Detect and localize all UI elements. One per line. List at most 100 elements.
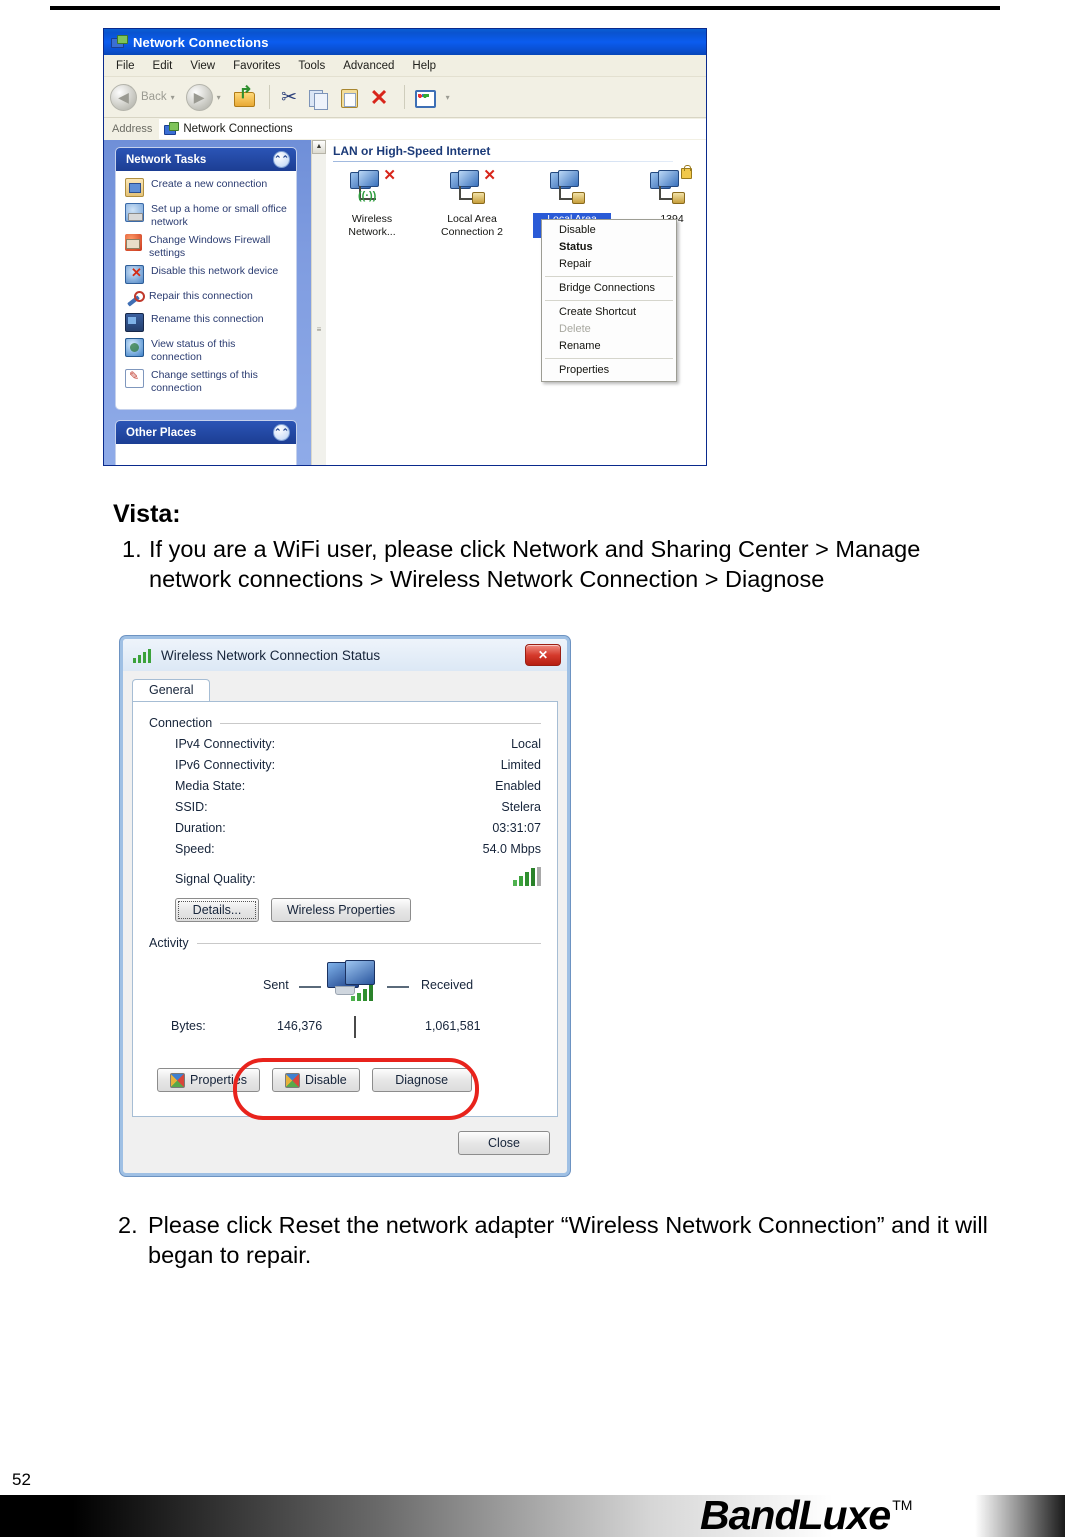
chevron-up-icon[interactable]: ⌃⌃ (273, 424, 290, 441)
field-value: 54.0 Mbps (482, 842, 541, 856)
back-icon: ◀ (110, 83, 137, 111)
menu-item-advanced[interactable]: Advanced (343, 60, 394, 72)
up-folder-icon[interactable] (232, 83, 257, 110)
wireless-properties-button[interactable]: Wireless Properties (271, 898, 411, 922)
step-1-number: 1. (122, 536, 142, 562)
brand-logo: BandLuxe TM (700, 1492, 912, 1538)
connection-label: Local Area Connection 2 (441, 213, 503, 238)
panel-title: Network Tasks (126, 153, 207, 166)
group-rule (196, 942, 541, 944)
close-icon[interactable]: ✕ (525, 644, 561, 666)
field-label: IPv6 Connectivity: (175, 758, 276, 772)
page-heading: Vista: (113, 500, 181, 528)
globe-icon (125, 338, 144, 357)
context-menu-item-shortcut[interactable]: Create Shortcut (542, 304, 676, 321)
chevron-down-icon[interactable]: ▾ (446, 93, 450, 102)
shield-icon (170, 1072, 185, 1088)
network-connections-icon (110, 34, 128, 51)
step-1: 1. If you are a WiFi user, please click … (122, 534, 1002, 594)
paste-icon[interactable] (337, 85, 362, 110)
forward-icon: ▶ (185, 83, 213, 111)
field-value: Enabled (495, 779, 541, 793)
bytes-sent-value: 146,376 (277, 1019, 323, 1033)
context-menu-item-bridge[interactable]: Bridge Connections (542, 280, 676, 297)
connection-item-wireless[interactable]: ((·)) ✕ Wireless Network... (333, 168, 411, 240)
connection-group: Connection IPv4 Connectivity: Local IPv6… (149, 716, 541, 922)
sidebar-item-disable-device[interactable]: Disable this network device (125, 265, 289, 284)
menu-item-file[interactable]: File (116, 60, 135, 72)
back-button[interactable]: ◀ Back ▾ (110, 83, 181, 111)
scroll-thumb[interactable]: ≡ (314, 325, 324, 335)
delete-icon[interactable]: ✕ (367, 85, 392, 110)
panel-network-tasks: Network Tasks ⌃⌃ Create a new connection… (116, 148, 296, 409)
sidebar-item-rename-connection[interactable]: Rename this connection (125, 313, 289, 332)
chevron-up-icon[interactable]: ⌃⌃ (273, 151, 290, 168)
menu-item-tools[interactable]: Tools (298, 60, 325, 72)
vertical-scrollbar[interactable]: ▲ ≡ (311, 140, 326, 465)
menu-item-favorites[interactable]: Favorites (233, 60, 280, 72)
sidebar-item-label: View status of this connection (151, 338, 236, 363)
sidebar-item-view-status[interactable]: View status of this connection (125, 338, 289, 363)
views-icon[interactable] (412, 85, 437, 110)
details-button[interactable]: Details... (175, 898, 259, 922)
sidebar-item-repair-connection[interactable]: Repair this connection (125, 290, 289, 307)
received-label: Received (421, 978, 474, 992)
field-signal-quality: Signal Quality: (149, 867, 541, 886)
sidebar-item-label: Rename this connection (151, 313, 264, 325)
copy-icon[interactable] (307, 85, 332, 110)
connection-item-lan2[interactable]: ✕ Local Area Connection 2 (433, 167, 511, 240)
menu-bar: File Edit View Favorites Tools Advanced … (104, 55, 706, 77)
page-top-rule (50, 6, 1000, 10)
local-area-connection-icon: ✕ (450, 167, 496, 210)
cut-icon[interactable]: ✂ (277, 85, 302, 110)
wrench-icon (125, 290, 145, 307)
field-speed: Speed: 54.0 Mbps (149, 842, 541, 856)
address-input[interactable]: Network Connections (159, 119, 706, 139)
sidebar-item-change-settings[interactable]: Change settings of this connection (125, 369, 289, 394)
panel-header[interactable]: Other Places ⌃⌃ (116, 421, 296, 444)
scroll-up-button[interactable]: ▲ (312, 140, 326, 154)
address-bar: Address Network Connections (104, 118, 706, 141)
group-header-label: LAN or High-Speed Internet (333, 144, 491, 158)
forward-button[interactable]: ▶ ▾ (185, 83, 227, 111)
menu-item-help[interactable]: Help (412, 60, 436, 72)
bytes-label: Bytes: (171, 1019, 206, 1033)
page-number: 52 (12, 1470, 31, 1489)
close-button[interactable]: Close (458, 1131, 550, 1155)
step-2-text: Please click Reset the network adapter “… (148, 1212, 988, 1268)
context-menu-item-properties[interactable]: Properties (542, 362, 676, 379)
context-menu-item-disable[interactable]: Disable (542, 222, 676, 239)
menu-item-view[interactable]: View (190, 60, 215, 72)
local-area-connection-icon (550, 170, 594, 210)
sidebar-item-setup-network[interactable]: Set up a home or small office network (125, 203, 289, 228)
context-menu-item-delete: Delete (559, 323, 591, 335)
sidebar-item-create-connection[interactable]: Create a new connection (125, 178, 289, 197)
context-menu-item-rename[interactable]: Rename (542, 338, 676, 355)
sent-dash (299, 986, 321, 988)
field-value: 03:31:07 (492, 821, 541, 835)
context-menu: Disable Status Repair Bridge Connections… (541, 219, 677, 382)
tab-strip: General (132, 677, 558, 701)
window-title: Network Connections (133, 34, 269, 50)
context-menu-item-status[interactable]: Status (542, 239, 676, 256)
field-media-state: Media State: Enabled (149, 779, 541, 793)
brand-name: BandLuxe (700, 1492, 891, 1538)
tab-general[interactable]: General (132, 679, 211, 701)
panel-header[interactable]: Network Tasks ⌃⌃ (116, 148, 296, 171)
dialog-titlebar: Wireless Network Connection Status ✕ (123, 639, 567, 671)
sidebar-item-label: Set up a home or small office network (151, 203, 287, 228)
menu-item-edit[interactable]: Edit (153, 60, 173, 72)
context-menu-item-repair[interactable]: Repair (542, 256, 676, 273)
step-2-number: 2. (118, 1212, 138, 1238)
sidebar-item-label: Repair this connection (149, 290, 253, 302)
rename-icon (125, 313, 144, 332)
chevron-down-icon[interactable]: ▾ (171, 93, 175, 102)
disconnected-badge-icon: ✕ (483, 167, 496, 184)
sent-label: Sent (263, 978, 289, 992)
sidebar-item-firewall-settings[interactable]: Change Windows Firewall settings (125, 234, 289, 259)
context-menu-separator (545, 276, 673, 277)
signal-bars-icon (133, 648, 153, 663)
group-title: Activity (149, 936, 189, 950)
two-monitors-icon (325, 960, 381, 1006)
chevron-down-icon[interactable]: ▾ (217, 93, 221, 102)
